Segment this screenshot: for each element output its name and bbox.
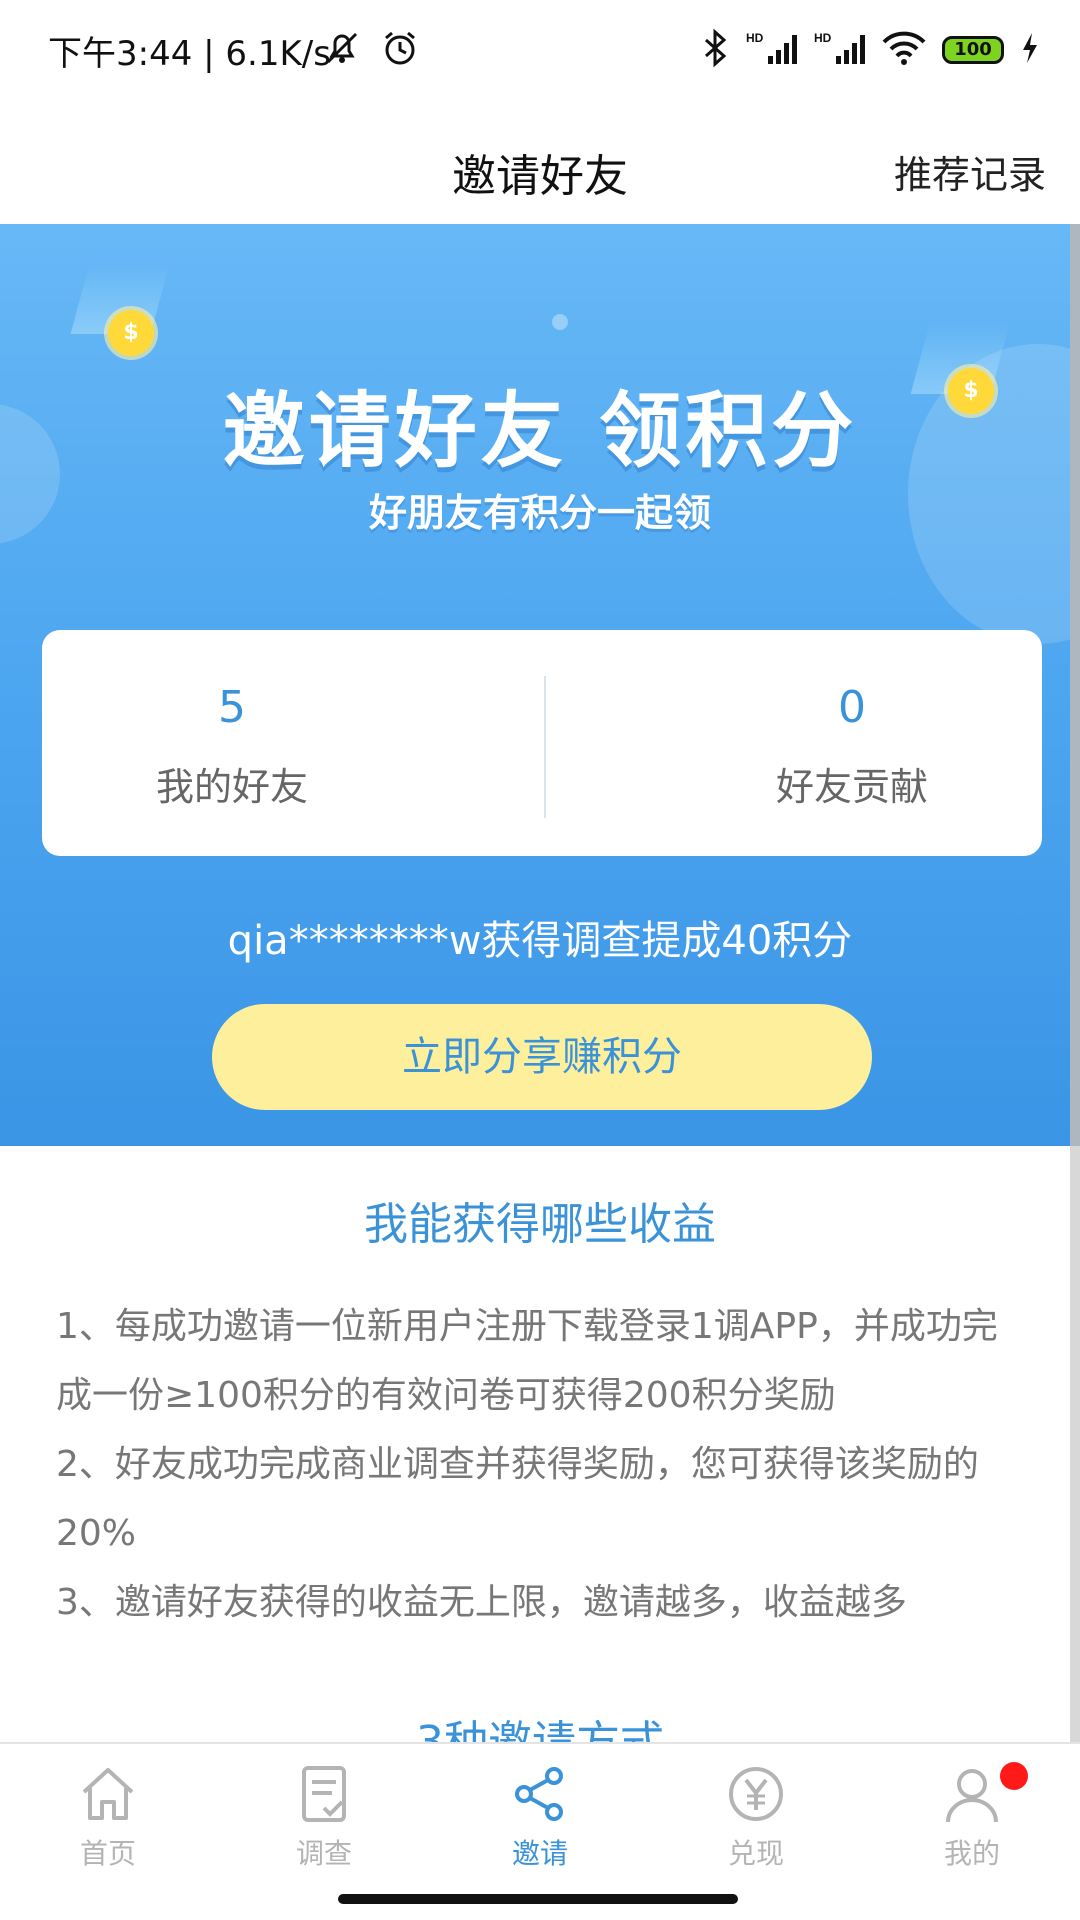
bluetooth-icon xyxy=(700,28,730,72)
share-icon xyxy=(515,1767,563,1821)
wifi-icon xyxy=(882,30,926,70)
tab-mine[interactable]: 我的 xyxy=(864,1762,1080,1882)
survey-icon xyxy=(302,1766,346,1822)
charging-icon xyxy=(1020,31,1040,69)
decor-dot xyxy=(552,314,568,330)
home-indicator[interactable] xyxy=(338,1894,738,1904)
coin-icon: $ xyxy=(108,310,154,356)
tab-mine-label: 我的 xyxy=(943,1837,1000,1870)
referral-records-link[interactable]: 推荐记录 xyxy=(894,144,1046,199)
home-icon xyxy=(82,1768,134,1820)
tab-cashout[interactable]: 兑现 xyxy=(648,1762,864,1882)
invite-stats-card: 5 我的好友 0 好友贡献 xyxy=(42,630,1042,856)
scrollbar-thumb[interactable] xyxy=(1070,224,1080,1146)
status-bar: 下午3:44 | 6.1K/s HD HD 100 xyxy=(0,0,1080,100)
tab-survey-label: 调查 xyxy=(295,1837,352,1870)
signal-hd-icon: HD xyxy=(814,30,866,70)
benefit-item: 2、好友成功完成商业调查并获得奖励，您可获得该奖励的20% xyxy=(56,1444,979,1554)
mute-bell-icon xyxy=(322,28,362,72)
share-earn-button[interactable]: 立即分享赚积分 xyxy=(212,1004,872,1110)
svg-text:HD: HD xyxy=(746,31,764,45)
contribution-label: 好友贡献 xyxy=(775,765,928,809)
friend-contribution-stat[interactable]: 0 好友贡献 xyxy=(542,630,1042,856)
app-header: 邀请好友 推荐记录 xyxy=(0,100,1080,224)
tab-cashout-label: 兑现 xyxy=(727,1837,784,1870)
tab-invite[interactable]: 邀请 xyxy=(432,1762,648,1882)
notification-badge xyxy=(1000,1762,1028,1790)
benefit-item: 3、邀请好友获得的收益无上限，邀请越多，收益越多 xyxy=(56,1582,907,1623)
reward-ticker: qia********w获得调查提成40积分 xyxy=(227,918,853,964)
tab-invite-label: 邀请 xyxy=(511,1837,568,1870)
svg-text:HD: HD xyxy=(814,31,832,45)
tab-home[interactable]: 首页 xyxy=(0,1762,216,1882)
tab-survey[interactable]: 调查 xyxy=(216,1762,432,1882)
benefits-list: 1、每成功邀请一位新用户注册下载登录1调APP，并成功完成一份≥100积分的有效… xyxy=(56,1292,1026,1637)
my-friends-stat[interactable]: 5 我的好友 xyxy=(42,630,542,856)
benefit-item: 1、每成功邀请一位新用户注册下载登录1调APP，并成功完成一份≥100积分的有效… xyxy=(56,1306,998,1416)
hero-subtitle: 好朋友有积分一起领 xyxy=(368,491,711,535)
hero-title: 邀请好友 领积分 xyxy=(222,384,858,479)
invite-hero-banner: $ $ 邀请好友 领积分 好朋友有积分一起领 5 我的好友 0 好友贡献 qia… xyxy=(0,224,1080,1146)
friends-label: 我的好友 xyxy=(155,765,308,809)
friends-count: 5 xyxy=(218,682,246,733)
battery-icon: 100 xyxy=(942,36,1004,64)
tab-home-label: 首页 xyxy=(79,1837,136,1870)
status-time-speed: 下午3:44 | 6.1K/s xyxy=(48,34,331,74)
alarm-icon xyxy=(380,28,420,72)
contribution-value: 0 xyxy=(838,682,866,733)
status-icons: HD HD 100 xyxy=(700,28,1040,72)
user-icon xyxy=(946,1769,998,1823)
benefits-section: 我能获得哪些收益 1、每成功邀请一位新用户注册下载登录1调APP，并成功完成一份… xyxy=(0,1146,1080,1768)
signal-hd-icon: HD xyxy=(746,30,798,70)
yen-icon xyxy=(729,1767,783,1821)
benefits-title: 我能获得哪些收益 xyxy=(364,1199,716,1250)
